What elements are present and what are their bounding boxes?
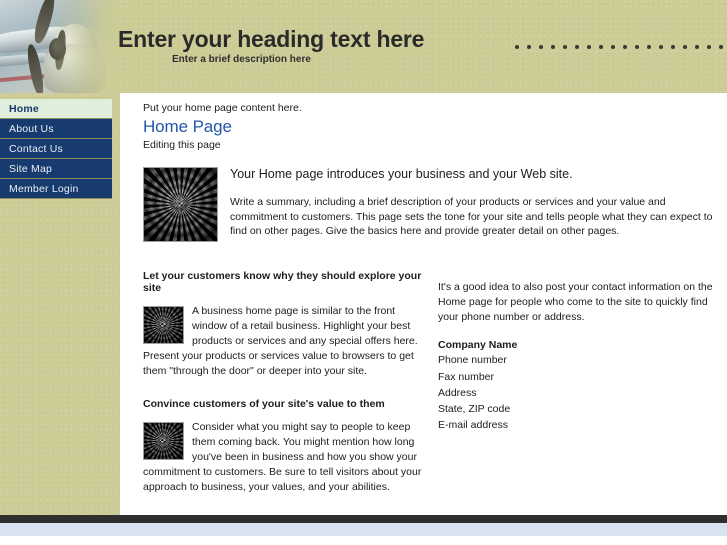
contact-line: Phone number xyxy=(438,354,507,367)
contact-line: Address xyxy=(438,386,477,399)
decorative-dot xyxy=(587,45,591,49)
sidebar-item-member-login[interactable]: Member Login xyxy=(0,179,112,199)
decorative-dot xyxy=(671,45,675,49)
intro-lead-text: Your Home page introduces your business … xyxy=(230,167,573,181)
photo-fade-overlay xyxy=(0,0,118,93)
decorative-dot xyxy=(527,45,531,49)
decorative-dot xyxy=(659,45,663,49)
contact-details-list: Phone number Fax number Address State, ZIP … xyxy=(438,353,723,432)
sub-heading-explore: Let your customers know why they should … xyxy=(143,270,422,294)
decorative-dot xyxy=(695,45,699,49)
sidebar-item-home[interactable]: Home xyxy=(0,99,112,119)
decorative-dot xyxy=(707,45,711,49)
airplane-propeller-photo xyxy=(0,0,118,93)
primary-navigation: Home About Us Contact Us Site Map Member Log… xyxy=(0,99,112,199)
decorative-dot-row xyxy=(515,45,727,49)
sidebar: Home About Us Contact Us Site Map Member Log… xyxy=(0,93,120,515)
footer-dark-bar xyxy=(0,515,727,523)
content-top-note: Put your home page content here. xyxy=(143,102,302,114)
decorative-dot xyxy=(563,45,567,49)
decorative-dot xyxy=(599,45,603,49)
gears-clock-thumbnail xyxy=(143,421,184,460)
contact-advice-text: It's a good idea to also post your conta… xyxy=(438,281,713,324)
convince-body-text: Consider what you might say to people to… xyxy=(143,420,422,493)
right-content-column: It's a good idea to also post your conta… xyxy=(438,280,723,434)
explore-block: A business home page is similar to the f… xyxy=(143,304,431,380)
intro-section: Your Home page introduces your business … xyxy=(143,167,715,248)
page-title: Home Page xyxy=(143,117,232,136)
decorative-dot xyxy=(719,45,723,49)
decorative-dot xyxy=(683,45,687,49)
footer-white-area xyxy=(0,536,727,545)
convince-block: Consider what you might say to people to… xyxy=(143,420,431,496)
explore-body-text: A business home page is similar to the f… xyxy=(143,305,418,378)
main-content: Put your home page content here. Home Pa… xyxy=(120,93,727,515)
left-content-column: Let your customers know why they should … xyxy=(143,270,431,513)
gears-clock-thumbnail xyxy=(143,167,218,242)
contact-line: State, ZIP code xyxy=(438,402,511,415)
sidebar-item-site-map[interactable]: Site Map xyxy=(0,159,112,179)
decorative-dot xyxy=(575,45,579,49)
sub-heading-convince: Convince customers of your site's value … xyxy=(143,397,385,410)
site-heading: Enter your heading text here xyxy=(118,26,425,52)
page-root: Enter your heading text here Enter a bri… xyxy=(0,0,727,545)
editing-status-note: Editing this page xyxy=(143,139,221,151)
gears-clock-thumbnail xyxy=(143,306,184,344)
sidebar-item-about-us[interactable]: About Us xyxy=(0,119,112,139)
decorative-dot xyxy=(623,45,627,49)
decorative-dot xyxy=(647,45,651,49)
intro-body-text: Write a summary, including a brief descr… xyxy=(230,195,713,238)
site-description: Enter a brief description here xyxy=(172,54,311,65)
sidebar-item-contact-us[interactable]: Contact Us xyxy=(0,139,112,159)
decorative-dot xyxy=(515,45,519,49)
contact-line: E-mail address xyxy=(438,419,509,432)
contact-line: Fax number xyxy=(438,370,495,383)
decorative-dot xyxy=(539,45,543,49)
decorative-dot xyxy=(635,45,639,49)
footer-blue-bar xyxy=(0,523,727,536)
decorative-dot xyxy=(611,45,615,49)
decorative-dot xyxy=(551,45,555,49)
site-banner: Enter your heading text here Enter a bri… xyxy=(0,0,727,93)
company-name: Company Name xyxy=(438,339,518,352)
